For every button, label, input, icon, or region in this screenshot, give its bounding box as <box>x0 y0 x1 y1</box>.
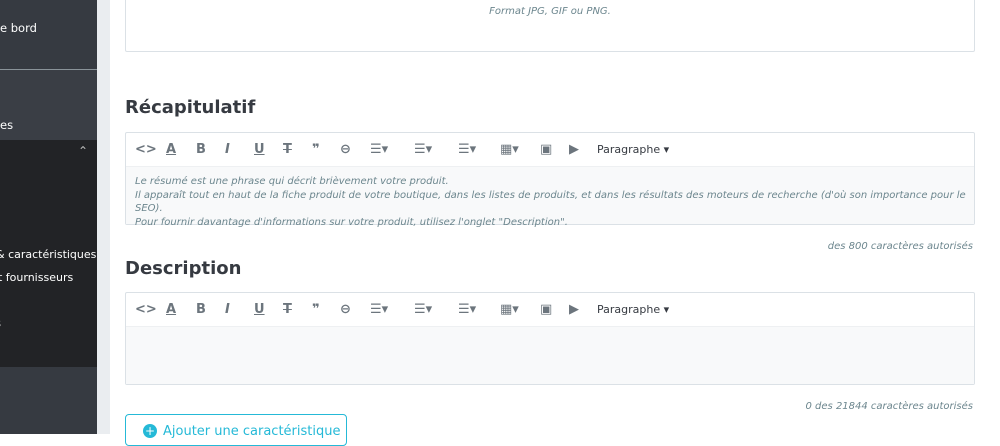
summary-textarea[interactable]: Le résumé est une phrase qui décrit briè… <box>126 167 974 228</box>
link-icon[interactable]: ⊖ <box>340 302 351 317</box>
add-feature-label: Ajouter une caractéristique <box>163 424 341 439</box>
text-color-icon[interactable]: A <box>166 302 176 317</box>
table-icon[interactable]: ▦▾ <box>500 302 519 317</box>
summary-placeholder: Le résumé est une phrase qui décrit briè… <box>135 175 974 229</box>
italic-icon[interactable]: I <box>225 302 230 317</box>
sidebar-subitem[interactable]: s <box>0 316 1 330</box>
format-hint: Format JPG, GIF ou PNG. <box>489 6 611 17</box>
placeholder-line: Il apparaît tout en haut de la fiche pro… <box>135 189 966 215</box>
video-icon[interactable]: ▶ <box>569 142 579 157</box>
summary-char-counter: des 800 caractères autorisés <box>827 241 973 252</box>
italic-icon[interactable]: I <box>225 142 230 157</box>
image-icon[interactable]: ▣ <box>540 142 552 157</box>
strikethrough-icon[interactable]: T <box>283 302 292 317</box>
quote-icon[interactable]: ❞ <box>312 302 320 317</box>
underline-icon[interactable]: U <box>254 302 265 317</box>
code-icon[interactable]: <> <box>135 142 157 157</box>
sidebar-item-catalog[interactable]: es <box>0 118 13 132</box>
bold-icon[interactable]: B <box>196 142 206 157</box>
align-icon[interactable]: ☰▾ <box>370 142 388 157</box>
numbered-list-icon[interactable]: ☰▾ <box>458 302 476 317</box>
image-dropzone[interactable]: Format JPG, GIF ou PNG. <box>125 0 975 52</box>
video-icon[interactable]: ▶ <box>569 302 579 317</box>
sidebar: e bord es ⌃ s & caractéristiques t fourn… <box>0 0 97 434</box>
paragraph-label: Paragraphe <box>597 303 661 316</box>
bullet-list-icon[interactable]: ☰▾ <box>414 302 432 317</box>
quote-icon[interactable]: ❞ <box>312 142 320 157</box>
description-title: Description <box>125 258 242 279</box>
image-icon[interactable]: ▣ <box>540 302 552 317</box>
editor-toolbar: <> A B I U T ❞ ⊖ ☰▾ ☰▾ ☰▾ ▦▾ ▣ ▶ Paragra… <box>126 293 974 327</box>
paragraph-label: Paragraphe <box>597 143 661 156</box>
bold-icon[interactable]: B <box>196 302 206 317</box>
table-icon[interactable]: ▦▾ <box>500 142 519 157</box>
description-textarea[interactable] <box>126 327 974 384</box>
align-icon[interactable]: ☰▾ <box>370 302 388 317</box>
underline-icon[interactable]: U <box>254 142 265 157</box>
sidebar-subitem-suppliers[interactable]: t fournisseurs <box>0 271 73 284</box>
summary-title: Récapitulatif <box>125 97 256 118</box>
placeholder-line: Pour fournir davantage d'informations su… <box>135 216 568 228</box>
add-feature-button[interactable]: + Ajouter une caractéristique <box>125 414 347 446</box>
editor-toolbar: <> A B I U T ❞ ⊖ ☰▾ ☰▾ ☰▾ ▦▾ ▣ ▶ Paragra… <box>126 133 974 167</box>
scroll-gutter <box>97 0 110 434</box>
strikethrough-icon[interactable]: T <box>283 142 292 157</box>
description-editor[interactable]: <> A B I U T ❞ ⊖ ☰▾ ☰▾ ☰▾ ▦▾ ▣ ▶ Paragra… <box>125 292 975 385</box>
placeholder-line: Le résumé est une phrase qui décrit briè… <box>135 176 449 187</box>
bullet-list-icon[interactable]: ☰▾ <box>414 142 432 157</box>
description-char-counter: 0 des 21844 caractères autorisés <box>805 401 973 412</box>
sidebar-subitem-features[interactable]: & caractéristiques <box>0 248 96 261</box>
link-icon[interactable]: ⊖ <box>340 142 351 157</box>
sidebar-item-dashboard[interactable]: e bord <box>0 21 37 35</box>
plus-circle-icon: + <box>143 424 157 438</box>
code-icon[interactable]: <> <box>135 302 157 317</box>
summary-editor[interactable]: <> A B I U T ❞ ⊖ ☰▾ ☰▾ ☰▾ ▦▾ ▣ ▶ Paragra… <box>125 132 975 228</box>
paragraph-dropdown[interactable]: Paragraphe ▾ <box>597 143 669 156</box>
chevron-up-icon[interactable]: ⌃ <box>78 144 88 158</box>
paragraph-dropdown[interactable]: Paragraphe ▾ <box>597 303 669 316</box>
numbered-list-icon[interactable]: ☰▾ <box>458 142 476 157</box>
text-color-icon[interactable]: A <box>166 142 176 157</box>
